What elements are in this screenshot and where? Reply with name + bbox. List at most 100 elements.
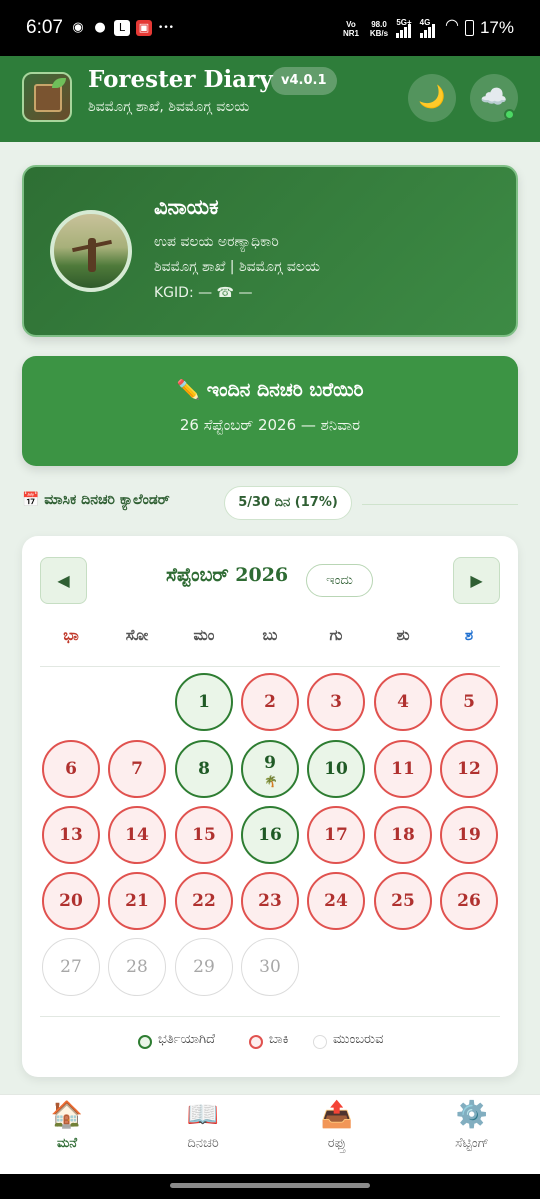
wifi-icon: ◠ [445,15,459,34]
weekday-label: ಭಾ [63,626,79,644]
write-today-diary-button[interactable] [22,356,518,466]
profile-office: ಶಿವಮೊಗ್ಗ ಶಾಖೆ | ಶಿವಮೊಗ್ಗ ವಲಯ [154,259,320,275]
calendar-day[interactable]: 21 [108,872,166,930]
nav-item-diary[interactable]: ದಿನಚರಿ [163,1136,243,1151]
calendar-day[interactable]: 9 🌴 [241,740,299,798]
network-speed: 98.0 KB/s [369,20,389,38]
progress-badge: 5/30 ದಿನ (17%) [224,486,352,520]
day-number: 3 [330,692,342,712]
avatar [50,210,132,292]
day-number: 23 [258,891,282,911]
profile-name: ವಿನಾಯಕ [154,195,219,219]
day-number: 30 [259,957,281,977]
day-number: 25 [391,891,415,911]
write-today-title: ✏️ ಇಂದಿನ ದಿನಚರಿ ಬರೆಯಿರಿ [176,379,364,401]
calendar-day[interactable]: 13 [42,806,100,864]
home-gesture-handle[interactable] [170,1183,370,1188]
pending-legend-dot [249,1035,263,1049]
calendar-day[interactable]: 5 [440,673,498,731]
app-logo [22,72,72,122]
upcoming-legend-label: ಮುಂಬರುವ [333,1032,384,1047]
weekday-label: ಶು [396,626,410,644]
calendar-day[interactable]: 22 [175,872,233,930]
calendar-day[interactable]: 12 [440,740,498,798]
calendar-day: 29 [175,938,233,996]
holiday-palm-icon: 🌴 [264,775,278,788]
calendar-day[interactable]: 1 [175,673,233,731]
more-notifications-icon: ••• [158,23,174,33]
app-subtitle: ಶಿವಮೊಗ್ಗ ಶಾಖೆ, ಶಿವಮೊಗ್ಗ ವಲಯ [88,99,250,115]
calendar-day[interactable]: 23 [241,872,299,930]
volte-indicator: Vo NR1 [342,20,359,38]
leaf-icon [52,78,66,88]
calendar-day[interactable]: 7 [108,740,166,798]
upcoming-legend-dot [313,1035,327,1049]
today-button[interactable]: ಇಂದು [306,564,373,597]
signal-5g-icon [396,22,414,38]
nav-item-export[interactable]: ರಫ್ತು [297,1136,377,1151]
nav-item-home[interactable]: ಮನೆ [27,1136,107,1151]
calendar-day[interactable]: 8 [175,740,233,798]
sync-status-dot [504,109,515,120]
calendar-day[interactable]: 25 [374,872,432,930]
day-number: 15 [192,825,216,845]
day-number: 1 [198,692,210,712]
filled-legend-dot [138,1035,152,1049]
profile-designation: ಉಪ ವಲಯ ಅರಣ್ಯಾಧಿಕಾರಿ [154,234,279,250]
chat-icon: ● [94,20,106,35]
whatsapp-icon: ◉ [72,20,84,35]
home-icon[interactable]: 🏠 [27,1100,107,1130]
diary-book-icon [34,84,62,112]
day-number: 14 [125,825,149,845]
calendar-day[interactable]: 15 [175,806,233,864]
day-number: 19 [457,825,481,845]
calendar-day[interactable]: 14 [108,806,166,864]
day-number: 24 [324,891,348,911]
calendar-day[interactable]: 11 [374,740,432,798]
day-number: 8 [198,759,210,779]
calendar-day[interactable]: 26 [440,872,498,930]
calendar-day[interactable]: 20 [42,872,100,930]
section-divider [362,504,518,505]
calendar-day[interactable]: 10 [307,740,365,798]
calendar-day[interactable]: 17 [307,806,365,864]
calendar-day[interactable]: 4 [374,673,432,731]
gear-icon[interactable]: ⚙️ [432,1100,512,1130]
prev-month-button[interactable]: ◀ [40,557,87,604]
day-number: 11 [391,759,415,779]
day-number: 13 [59,825,83,845]
day-number: 18 [391,825,415,845]
nav-item-settings[interactable]: ಸೆಟ್ಟಿಂಗ್ [432,1136,512,1151]
app-notification-icon: L [114,20,130,36]
moon-icon: 🌙 [418,85,446,110]
filled-legend-label: ಭರ್ತಿಯಾಗಿದೆ [158,1032,216,1047]
export-icon[interactable]: 📤 [297,1100,377,1130]
day-number: 16 [258,825,282,845]
calendar-day[interactable]: 24 [307,872,365,930]
pending-legend-label: ಬಾಕಿ [269,1032,289,1047]
calendar-section-title: 📅 ಮಾಸಿಕ ದಿನಚರಿ ಕ್ಯಾಲೆಂಡರ್ [22,492,170,508]
shopping-icon: ▣ [136,20,152,36]
calendar-day[interactable]: 16 [241,806,299,864]
diary-icon[interactable]: 📖 [163,1100,243,1130]
calendar-day: 28 [108,938,166,996]
calendar-day[interactable]: 2 [241,673,299,731]
calendar-day[interactable]: 19 [440,806,498,864]
battery-percent: 17% [479,18,514,37]
status-time: 6:07 [26,17,63,38]
theme-toggle-button[interactable]: 🌙 [408,74,456,122]
calendar-day[interactable]: 6 [42,740,100,798]
cloud-icon: ☁️ [480,85,508,110]
weekday-label: ಸೋ [125,626,149,644]
calendar-day[interactable]: 18 [374,806,432,864]
day-number: 2 [264,692,276,712]
legend-divider [40,1016,500,1017]
next-month-button[interactable]: ▶ [453,557,500,604]
day-number: 12 [457,759,481,779]
calendar-day[interactable]: 3 [307,673,365,731]
profile-ids: KGID: — ☎ — [154,285,253,301]
day-number: 22 [192,891,216,911]
day-number: 26 [457,891,481,911]
today-date: 26 ಸೆಪ್ಟೆಂಬರ್ 2026 — ಶನಿವಾರ [179,416,361,434]
weekday-divider [40,666,500,667]
